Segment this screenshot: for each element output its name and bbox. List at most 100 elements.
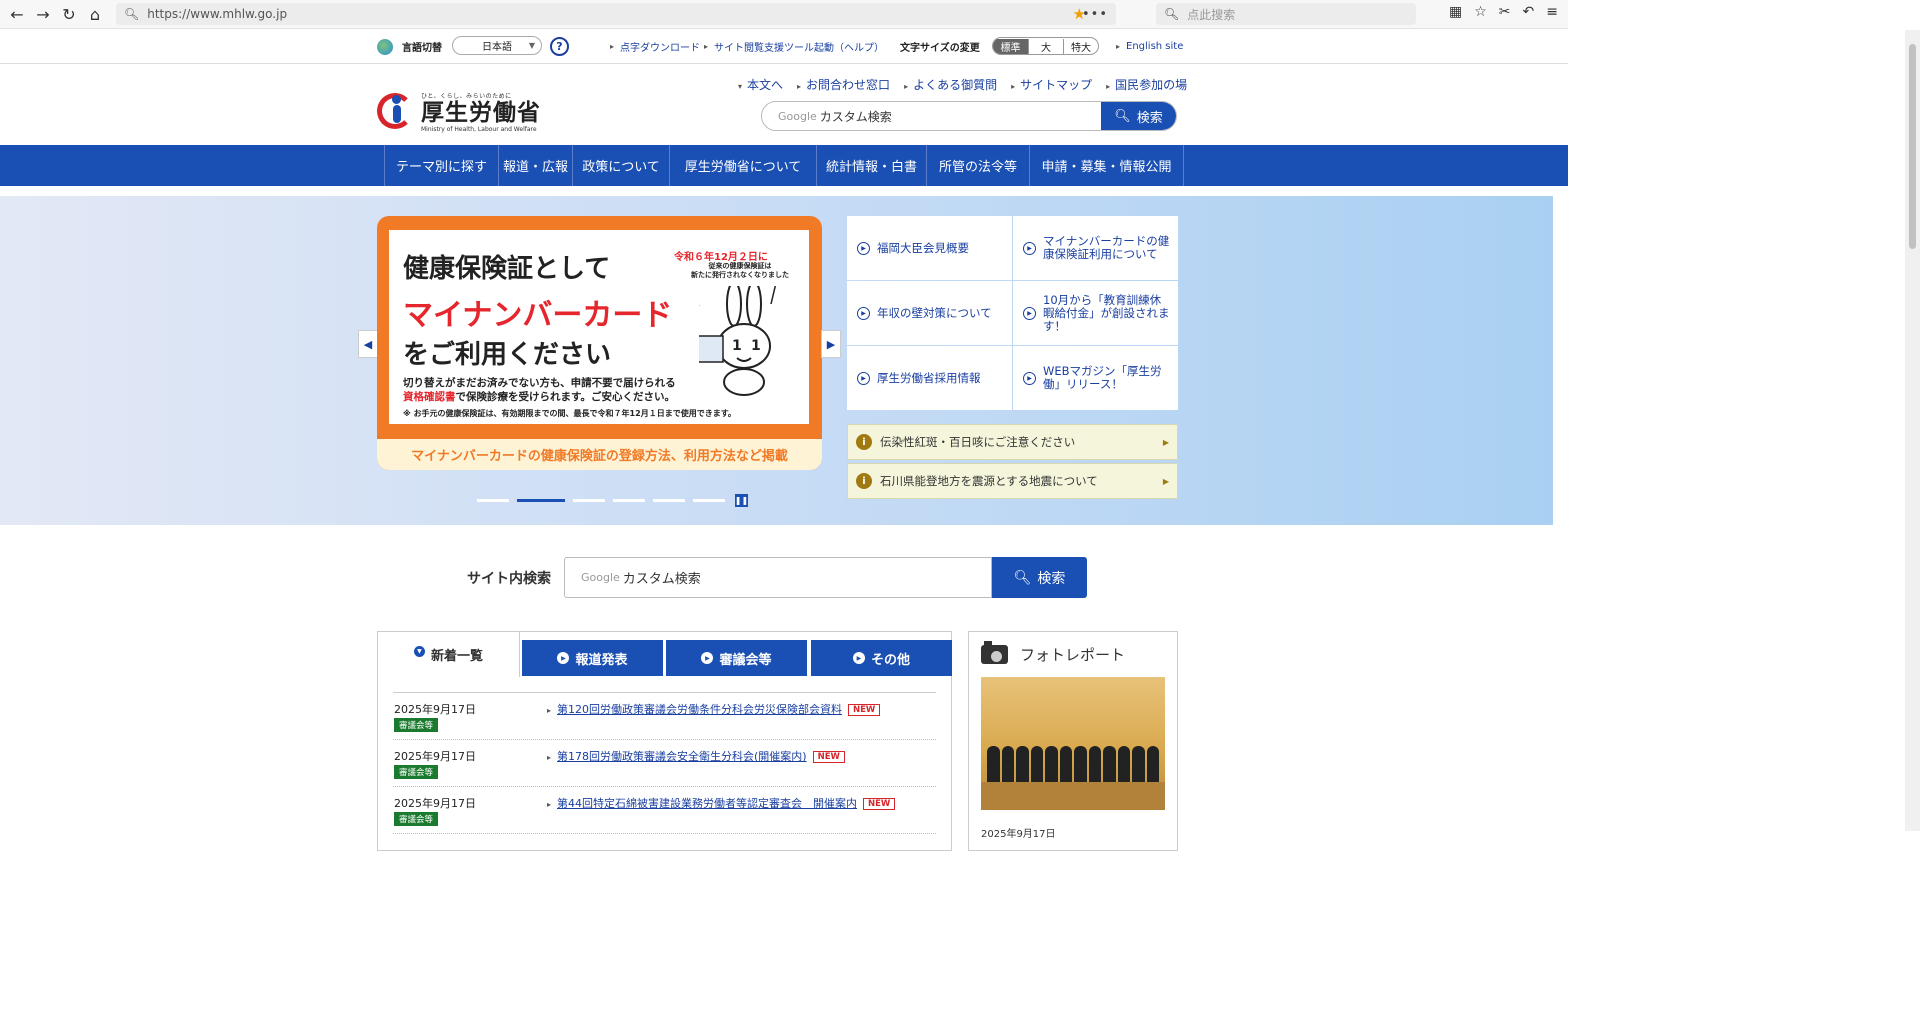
chevron-right-icon: ▶ [1162, 437, 1169, 447]
banner-date-note: 従来の健康保険証は 新たに発行されなくなりました [691, 262, 789, 279]
arrow-circle-icon: ▶ [1023, 306, 1036, 320]
favorites-icon[interactable]: ☆ [1474, 4, 1487, 20]
browser-search[interactable]: 🔍︎ 点此搜索 [1156, 3, 1416, 25]
nav-policy[interactable]: 政策について [573, 145, 670, 186]
site-search-button-label: 検索 [1037, 570, 1066, 587]
carousel-indicators: ❚❚ [477, 494, 748, 507]
help-icon[interactable]: ? [550, 37, 569, 56]
quick-link-tile[interactable]: ▶ マイナンバーカードの健康保険証利用について [1013, 216, 1178, 280]
page-scrollbar[interactable] [1905, 30, 1920, 831]
alert-item[interactable]: i 石川県能登地方を震源とする地震について ▶ [847, 463, 1178, 499]
tab-others[interactable]: ▶ その他 [811, 640, 952, 676]
help-link[interactable]: （ヘルプ） [834, 29, 884, 64]
scissors-icon[interactable]: ✂ [1499, 4, 1511, 20]
fontsize-label: 文字サイズの変更 [900, 43, 980, 54]
banner-line3: をご利用ください [403, 340, 612, 370]
news-title-link[interactable]: 第44回特定石綿被害建設業務労働者等認定審査会 開催案内 NEW [547, 795, 896, 811]
nav-press[interactable]: 報道・広報 [499, 145, 573, 186]
header-search-button[interactable]: 🔍︎ 検索 [1101, 102, 1176, 130]
nav-applications[interactable]: 申請・募集・情報公開 [1030, 145, 1184, 186]
public-participation-link[interactable]: 国民参加の場 [1106, 76, 1187, 93]
carousel-dot-active[interactable] [517, 499, 565, 502]
undo-icon[interactable]: ↶ [1523, 4, 1535, 20]
nav-theme[interactable]: テーマ別に探す [385, 145, 499, 186]
list-item: 2025年9月17日 審議会等 第178回労働政策審議会安全衛生分科会(開催案内… [393, 740, 936, 787]
arrow-circle-icon: ▶ [857, 241, 870, 255]
header-search-placeholder: カスタム検索 [819, 109, 892, 124]
tab-press-releases[interactable]: ▶ 報道発表 [522, 640, 663, 676]
reload-icon[interactable]: ↻ [56, 1, 82, 27]
carousel-banner[interactable]: 健康保険証として マイナンバーカード をご利用ください 令和６年12月２日に 従… [377, 216, 822, 470]
list-item: 2025年9月17日 審議会等 第44回特定石綿被害建設業務労働者等認定審査会 … [393, 787, 936, 834]
info-icon: i [856, 434, 872, 450]
quick-link-tile[interactable]: ▶ 年収の壁対策について [847, 281, 1012, 345]
back-icon[interactable]: ← [4, 1, 30, 27]
apps-icon[interactable]: ▦ [1449, 4, 1462, 20]
news-list: 2025年9月17日 審議会等 第120回労働政策審議会労働条件分科会労災保険部… [393, 692, 936, 834]
new-badge: NEW [863, 798, 896, 810]
news-title[interactable]: 第178回労働政策審議会安全衛生分科会(開催案内) [557, 750, 807, 763]
more-icon[interactable]: ••• [1082, 7, 1108, 22]
quick-link-tile[interactable]: ▶ 10月から「教育訓練休暇給付金」が創設されます！ [1013, 281, 1178, 345]
tab-new-arrivals[interactable]: ▼ 新着一覧 [378, 632, 520, 677]
braille-download-link[interactable]: 点字ダウンロード [610, 29, 700, 64]
alert-item[interactable]: i 伝染性紅斑・百日咳にご注意ください ▶ [847, 424, 1178, 460]
carousel-dot[interactable] [613, 499, 645, 502]
site-search-button[interactable]: 🔍︎ 検索 [992, 557, 1087, 598]
news-title[interactable]: 第120回労働政策審議会労働条件分科会労災保険部会資料 [557, 703, 842, 716]
news-title[interactable]: 第44回特定石綿被害建設業務労働者等認定審査会 開催案内 [557, 797, 857, 810]
arrow-circle-icon: ▶ [1023, 371, 1036, 385]
photo-report-label: フォトレポート [1020, 646, 1126, 664]
pause-icon[interactable]: ❚❚ [735, 494, 748, 507]
quick-link-label: マイナンバーカードの健康保険証利用について [1043, 234, 1170, 261]
news-title-link[interactable]: 第120回労働政策審議会労働条件分科会労災保険部会資料 NEW [547, 701, 881, 717]
url-text: https://www.mhlw.go.jp [147, 7, 288, 21]
fontsize-large-button[interactable]: 大 [1028, 38, 1063, 54]
carousel-dot[interactable] [693, 499, 725, 502]
skip-to-content-link[interactable]: 本文へ [738, 76, 783, 93]
fontsize-xlarge-button[interactable]: 特大 [1063, 38, 1098, 54]
lang-select[interactable]: 日本語 ▼ [452, 36, 542, 55]
news-date: 2025年9月17日 [394, 750, 476, 763]
banner-subtext: 切り替えがまだお済みでない方も、申請不要で届けられる 資格確認書で保険診療を受け… [403, 376, 676, 404]
carousel-dot[interactable] [477, 499, 509, 502]
carousel-prev-button[interactable]: ◀ [358, 330, 378, 358]
fontsize-standard-button[interactable]: 標準 [993, 38, 1028, 54]
nav-statistics[interactable]: 統計情報・白書 [817, 145, 927, 186]
svg-text:1: 1 [732, 338, 742, 354]
carousel-dot[interactable] [573, 499, 605, 502]
quick-link-label: 福岡大臣会見概要 [877, 240, 969, 255]
news-title-link[interactable]: 第178回労働政策審議会安全衛生分科会(開催案内) NEW [547, 748, 845, 764]
site-search-input[interactable]: Google カスタム検索 [564, 557, 992, 598]
address-bar[interactable]: 🔍︎ https://www.mhlw.go.jp ★ ••• [116, 3, 1116, 25]
site-header: ひと、くらし、みらいのために 厚生労働省 Ministry of Health,… [0, 64, 1568, 145]
header-search-input[interactable]: Google カスタム検索 [762, 102, 1101, 130]
english-site-link[interactable]: English site [1116, 29, 1183, 64]
accessibility-tool-link[interactable]: サイト閲覧支援ツール起動 [704, 29, 834, 64]
camera-icon [981, 641, 1008, 664]
quick-link-label: WEBマガジン「厚生労働」リリース！ [1043, 364, 1162, 391]
home-icon[interactable]: ⌂ [82, 1, 108, 27]
carousel-dot[interactable] [653, 499, 685, 502]
quick-link-tile[interactable]: ▶ 福岡大臣会見概要 [847, 216, 1012, 280]
quick-link-tile[interactable]: ▶ 厚生労働省採用情報 [847, 346, 1012, 410]
tab-councils[interactable]: ▶ 審議会等 [666, 640, 807, 676]
scrollbar-thumb[interactable] [1909, 44, 1916, 249]
faq-link[interactable]: よくある御質問 [904, 76, 997, 93]
banner-line2: マイナンバーカード [403, 298, 673, 333]
carousel-next-button[interactable]: ▶ [821, 330, 841, 358]
nav-about[interactable]: 厚生労働省について [670, 145, 817, 186]
google-label: Google [581, 571, 620, 584]
ministry-logo[interactable]: ひと、くらし、みらいのために 厚生労働省 Ministry of Health,… [377, 91, 541, 133]
lang-label: 言語切替 [402, 43, 442, 54]
nav-laws[interactable]: 所管の法令等 [927, 145, 1030, 186]
category-badge: 審議会等 [394, 812, 439, 826]
fontsize-buttons: 標準 大 特大 [992, 37, 1099, 55]
contact-link[interactable]: お問合わせ窓口 [797, 76, 890, 93]
forward-icon[interactable]: → [30, 1, 56, 27]
photo-report-title[interactable]: フォトレポート [981, 641, 1126, 665]
menu-icon[interactable]: ≡ [1546, 4, 1558, 20]
quick-link-tile[interactable]: ▶ WEBマガジン「厚生労働」リリース！ [1013, 346, 1178, 410]
sitemap-link[interactable]: サイトマップ [1011, 76, 1092, 93]
photo-report-image[interactable] [981, 677, 1165, 810]
